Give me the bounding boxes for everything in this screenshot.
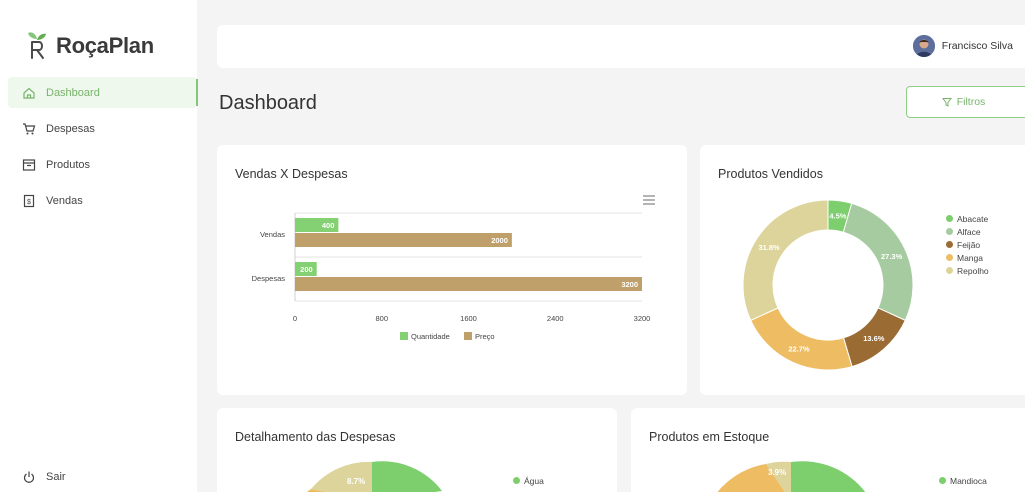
- top-bar: Francisco Silva: [217, 25, 1025, 68]
- bar-chart: Vendas 400 2000 Despesas 200 3200 0 800 1600 2400…: [252, 212, 651, 341]
- receipt-icon: $: [23, 194, 35, 207]
- stock-card: Produtos em Estoque 3.9% Mandioca: [631, 408, 1025, 492]
- bar-data-label: 400: [322, 221, 335, 230]
- filter-icon: [941, 98, 952, 107]
- legend-label: Quantidade: [411, 332, 450, 341]
- donut-data-label: 22.7%: [788, 345, 810, 354]
- pie-slice: [791, 461, 866, 492]
- legend-dot: [513, 477, 520, 484]
- legend-item[interactable]: Abacate: [946, 212, 989, 225]
- svg-text:$: $: [27, 199, 31, 206]
- home-icon: [23, 87, 35, 99]
- legend-dot: [946, 228, 953, 235]
- donut-slice: [842, 202, 914, 322]
- filter-button[interactable]: Filtros: [906, 86, 1025, 118]
- legend-label: Repolho: [957, 265, 989, 276]
- pie-slice-label: 3.9%: [768, 468, 786, 477]
- donut-data-label: 27.3%: [881, 252, 903, 261]
- app-logo[interactable]: RoçaPlan: [22, 30, 154, 62]
- legend-swatch: [400, 332, 408, 340]
- legend-item[interactable]: Água: [513, 474, 544, 487]
- sidebar: RoçaPlan Dashboard Despesas Produtos $ V…: [0, 0, 198, 492]
- app-name: RoçaPlan: [56, 33, 154, 58]
- donut-chart: 4.5% 27.3% 13.6% 22.7% 31.8%: [742, 199, 914, 371]
- logo-sprout-icon: [28, 32, 46, 59]
- donut-slice: [750, 307, 853, 371]
- donut-legend: Abacate Alface Feijão Manga Repolho: [946, 212, 989, 277]
- user-name: Francisco Silva: [941, 40, 1013, 52]
- legend-dot: [946, 241, 953, 248]
- bar-data-label: 2000: [491, 236, 508, 245]
- x-tick-label: 0: [293, 314, 297, 323]
- logout-button[interactable]: Sair: [22, 470, 66, 484]
- legend-label: Mandioca: [950, 475, 987, 486]
- expenses-legend: Água: [513, 474, 544, 487]
- sales-expenses-card: Vendas X Despesas Vendas 400 2000 Despesas 2…: [217, 145, 687, 395]
- sidebar-item-label: Produtos: [46, 158, 91, 171]
- sidebar-nav: Dashboard Despesas Produtos $ Vendas: [8, 77, 198, 221]
- legend-dot: [946, 254, 953, 261]
- donut-data-label: 13.6%: [863, 334, 885, 343]
- pie-slice: [372, 461, 442, 492]
- products-sold-card: Produtos Vendidos 4.5% 27.3% 13.6% 22.7% 31.…: [700, 145, 1025, 395]
- expenses-pie-chart: 8.7%: [306, 461, 442, 492]
- power-icon: [23, 471, 35, 483]
- cart-icon: [23, 122, 36, 134]
- legend-label: Feijão: [957, 239, 981, 250]
- legend-label: Manga: [957, 252, 983, 263]
- sidebar-item-label: Dashboard: [46, 86, 100, 99]
- sidebar-item-despesas[interactable]: Despesas: [8, 113, 197, 144]
- donut-slice: [742, 199, 829, 322]
- y-tick-label: Vendas: [260, 230, 285, 239]
- sidebar-item-label: Despesas: [46, 122, 95, 135]
- legend-dot: [939, 477, 946, 484]
- legend-item[interactable]: Mandioca: [939, 474, 987, 487]
- sidebar-item-label: Vendas: [46, 194, 83, 207]
- filter-label: Filtros: [956, 96, 986, 108]
- expenses-detail-card: Detalhamento das Despesas 8.7% Água: [217, 408, 617, 492]
- x-tick-label: 2400: [547, 314, 564, 323]
- legend-label: Preço: [475, 332, 495, 341]
- avatar: [912, 35, 935, 57]
- legend-label: Alface: [957, 226, 981, 237]
- page-title: Dashboard: [219, 92, 317, 114]
- legend-item[interactable]: Repolho: [946, 264, 989, 277]
- donut-data-label: 31.8%: [758, 243, 780, 252]
- bar-data-label: 200: [300, 265, 313, 274]
- legend-item[interactable]: Manga: [946, 251, 989, 264]
- pie-slice-label: 8.7%: [347, 477, 365, 486]
- x-tick-label: 800: [375, 314, 388, 323]
- card-title: Produtos Vendidos: [718, 167, 823, 181]
- stock-legend: Mandioca: [939, 474, 987, 487]
- legend-item[interactable]: Alface: [946, 225, 989, 238]
- avatar-person-icon: [912, 35, 935, 57]
- legend-label: Água: [524, 475, 544, 486]
- stock-pie-chart: 3.9%: [717, 461, 866, 492]
- box-icon: [22, 158, 36, 171]
- bar: [295, 233, 512, 247]
- sidebar-item-dashboard[interactable]: Dashboard: [8, 77, 198, 108]
- card-title: Detalhamento das Despesas: [235, 430, 396, 444]
- bar-data-label: 3200: [621, 280, 638, 289]
- sidebar-item-produtos[interactable]: Produtos: [8, 149, 197, 180]
- x-tick-label: 3200: [634, 314, 651, 323]
- legend-dot: [946, 267, 953, 274]
- donut-data-label: 4.5%: [829, 212, 846, 221]
- y-tick-label: Despesas: [252, 274, 286, 283]
- user-menu[interactable]: Francisco Silva: [912, 35, 1013, 57]
- legend-item[interactable]: Feijão: [946, 238, 989, 251]
- card-title: Produtos em Estoque: [649, 430, 770, 444]
- x-tick-label: 1600: [460, 314, 477, 323]
- bar: [295, 277, 642, 291]
- legend-swatch: [464, 332, 472, 340]
- legend-dot: [946, 215, 953, 222]
- sidebar-item-vendas[interactable]: $ Vendas: [8, 185, 197, 216]
- logout-label: Sair: [46, 471, 66, 483]
- legend-label: Abacate: [957, 213, 989, 224]
